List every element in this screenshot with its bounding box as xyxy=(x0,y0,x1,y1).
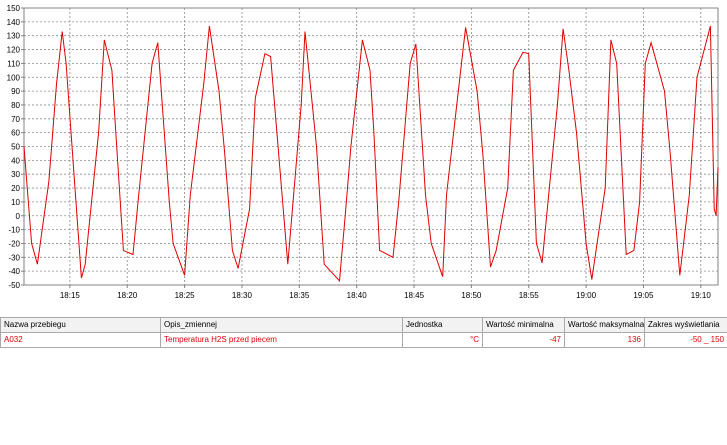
cell-range: -50 _ 150 xyxy=(644,332,727,348)
x-tick-label: 18:20 xyxy=(117,291,138,300)
header-series-name[interactable]: Nazwa przebiegu xyxy=(0,317,161,333)
y-axis: -50 -40 -30 -20 -10 0 10 20 30 40 50 60 70 80 90 100 110… xyxy=(7,4,24,290)
y-tick-label: 110 xyxy=(7,59,20,68)
legend-header-row: Nazwa przebiegu Opis_zmiennej Jednostka … xyxy=(0,317,727,333)
x-tick-label: 18:25 xyxy=(175,291,196,300)
y-tick-label: -20 xyxy=(8,239,20,248)
y-tick-label: 10 xyxy=(11,198,20,207)
y-tick-label: 140 xyxy=(7,18,21,27)
cell-series-name: A032 xyxy=(0,332,161,348)
table-row[interactable]: A032 Temperatura H2S przed piecem °C -47… xyxy=(0,332,727,348)
cell-description: Temperatura H2S przed piecem xyxy=(160,332,403,348)
y-tick-label: -10 xyxy=(8,226,20,235)
y-tick-label: 80 xyxy=(11,101,20,110)
header-unit[interactable]: Jednostka xyxy=(402,317,483,333)
line-chart: -50 -40 -30 -20 -10 0 10 20 30 40 50 60 70 80 90 100 110… xyxy=(7,4,719,300)
y-tick-label: -50 xyxy=(8,281,20,290)
y-tick-label: 20 xyxy=(11,184,20,193)
y-tick-label: 100 xyxy=(7,73,21,82)
x-tick-label: 18:15 xyxy=(60,291,81,300)
x-tick-label: 18:30 xyxy=(232,291,253,300)
x-tick-label: 19:05 xyxy=(633,291,654,300)
y-tick-label: -30 xyxy=(8,253,20,262)
x-tick-label: 18:40 xyxy=(347,291,368,300)
header-min[interactable]: Wartość minimalna xyxy=(482,317,565,333)
y-tick-label: 30 xyxy=(11,170,20,179)
legend-table: Nazwa przebiegu Opis_zmiennej Jednostka … xyxy=(0,317,727,348)
cell-max: 136 xyxy=(564,332,645,348)
x-tick-label: 18:50 xyxy=(461,291,482,300)
x-tick-label: 18:45 xyxy=(404,291,425,300)
y-tick-label: 0 xyxy=(16,212,21,221)
y-tick-label: -40 xyxy=(8,267,20,276)
y-tick-label: 60 xyxy=(11,129,20,138)
header-range[interactable]: Zakres wyświetlania xyxy=(644,317,727,333)
x-tick-label: 18:55 xyxy=(519,291,540,300)
header-description[interactable]: Opis_zmiennej xyxy=(160,317,403,333)
cell-unit: °C xyxy=(402,332,483,348)
y-tick-label: 130 xyxy=(7,32,21,41)
header-max[interactable]: Wartość maksymalna xyxy=(564,317,645,333)
y-tick-label: 120 xyxy=(7,46,21,55)
x-axis: 18:15 18:20 18:25 18:30 18:35 18:40 18:45 18:50… xyxy=(60,285,711,300)
y-tick-label: 50 xyxy=(11,143,20,152)
x-tick-label: 19:10 xyxy=(691,291,712,300)
cell-min: -47 xyxy=(482,332,565,348)
x-tick-label: 18:35 xyxy=(289,291,310,300)
y-tick-label: 150 xyxy=(7,4,21,13)
y-tick-label: 90 xyxy=(11,87,20,96)
y-tick-label: 40 xyxy=(11,156,20,165)
x-tick-label: 19:00 xyxy=(576,291,597,300)
y-tick-label: 70 xyxy=(11,115,20,124)
